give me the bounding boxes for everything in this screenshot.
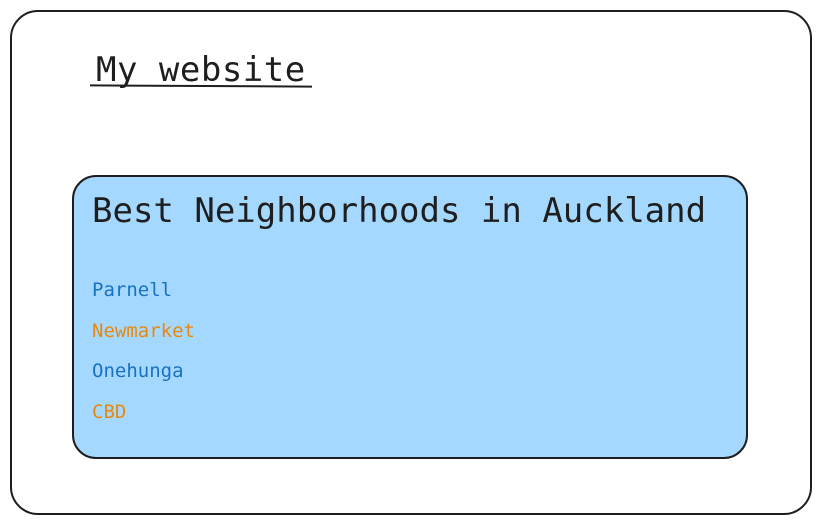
neighborhood-link-parnell[interactable]: Parnell <box>92 279 172 301</box>
list-item: Newmarket <box>92 319 195 360</box>
neighborhood-link-newmarket[interactable]: Newmarket <box>92 320 195 342</box>
neighborhood-link-cbd[interactable]: CBD <box>92 401 126 423</box>
list-item: Onehunga <box>92 359 195 400</box>
neighborhood-link-onehunga[interactable]: Onehunga <box>92 360 184 382</box>
card-title: Best Neighborhoods in Auckland <box>92 191 707 231</box>
neighborhood-list: Parnell Newmarket Onehunga CBD <box>92 278 195 440</box>
list-item: CBD <box>92 400 195 441</box>
list-item: Parnell <box>92 278 195 319</box>
